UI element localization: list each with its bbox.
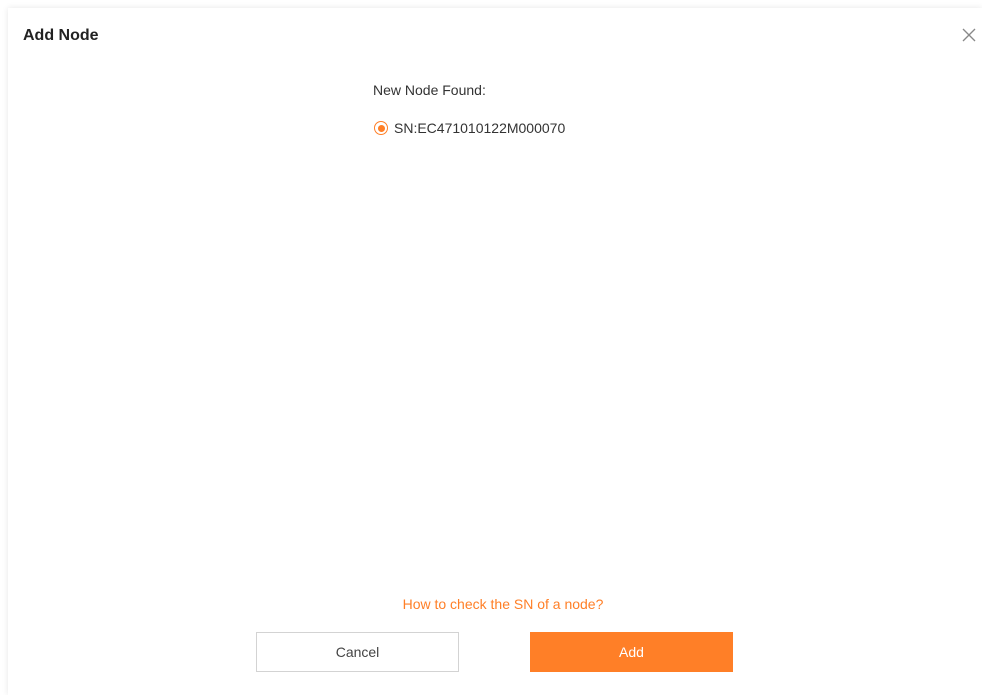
node-radio-button[interactable] xyxy=(374,121,388,135)
add-button[interactable]: Add xyxy=(530,632,733,672)
new-node-found-label: New Node Found: xyxy=(373,82,486,98)
node-option[interactable]: SN:EC471010122M000070 xyxy=(374,120,565,136)
close-icon[interactable] xyxy=(960,26,978,44)
node-sn-label: SN:EC471010122M000070 xyxy=(394,120,566,136)
check-sn-help-link[interactable]: How to check the SN of a node? xyxy=(8,596,982,612)
dialog-title: Add Node xyxy=(23,27,99,44)
add-node-dialog: Add Node New Node Found: SN:EC471010122M… xyxy=(8,8,982,695)
cancel-button[interactable]: Cancel xyxy=(256,632,459,672)
radio-selected-dot xyxy=(377,124,385,132)
